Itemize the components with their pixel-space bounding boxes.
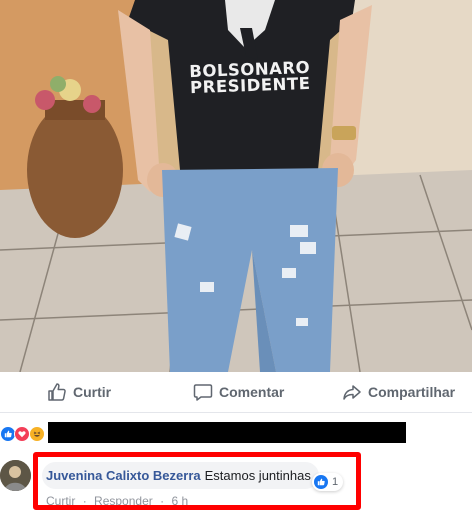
comment-button[interactable]: Comentar xyxy=(193,372,284,412)
love-icon xyxy=(14,426,30,442)
photo-illustration xyxy=(0,0,472,372)
share-button[interactable]: Compartilhar xyxy=(342,372,455,412)
share-button-label: Compartilhar xyxy=(368,384,456,400)
speech-bubble-icon xyxy=(193,384,213,401)
haha-icon xyxy=(29,426,45,442)
like-button-label: Curtir xyxy=(73,384,112,400)
red-highlight-box xyxy=(33,452,361,510)
post-actions-bar: Curtir Comentar Compartilhar xyxy=(0,372,472,413)
like-button[interactable]: Curtir xyxy=(47,372,111,412)
shirt-text: BOLSONARO PRESIDENTE xyxy=(184,58,315,98)
commenter-avatar[interactable] xyxy=(0,460,31,491)
post-photo[interactable]: BOLSONARO PRESIDENTE xyxy=(0,0,472,372)
share-arrow-icon xyxy=(343,385,361,400)
redacted-names-bar xyxy=(48,422,406,443)
comment-button-label: Comentar xyxy=(219,384,285,400)
shirt-line2: PRESIDENTE xyxy=(189,73,311,98)
reactions-summary[interactable] xyxy=(0,420,472,446)
thumbs-up-icon xyxy=(48,383,66,401)
